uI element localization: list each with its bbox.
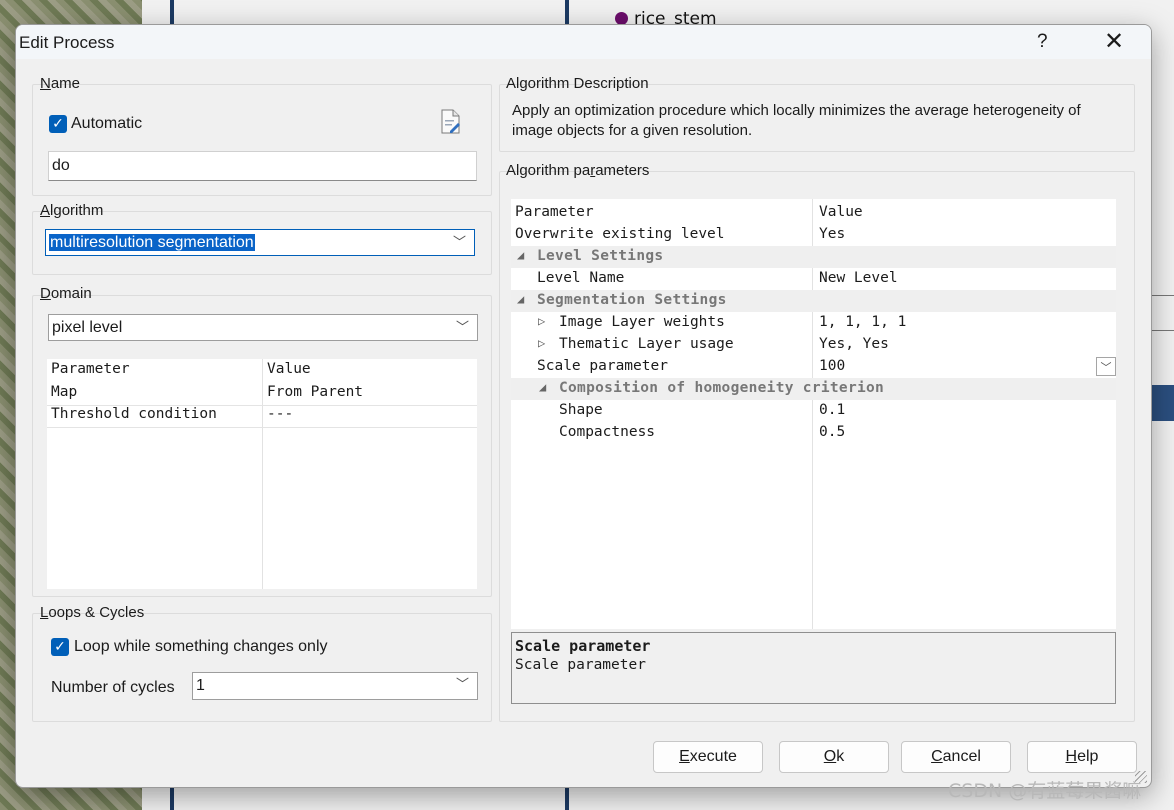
column-header-parameter: Parameter	[515, 204, 594, 220]
chevron-down-icon: ﹀	[455, 318, 469, 334]
help-title: Scale parameter	[515, 637, 651, 655]
collapse-triangle-icon[interactable]: ◢	[517, 248, 524, 262]
help-button[interactable]: Help	[1027, 741, 1137, 773]
background-selected-row	[1152, 385, 1174, 421]
edit-process-dialog: Edit Process ? ✕ Name ✓ Automatic do Alg…	[15, 24, 1152, 788]
table-row[interactable]: Threshold condition ---	[47, 404, 477, 426]
background-divider	[1152, 330, 1174, 331]
loop-changes-label[interactable]: Loop while something changes only	[74, 638, 328, 656]
parameter-row[interactable]: Level Name New Level	[511, 268, 1116, 290]
loops-group	[32, 613, 492, 722]
context-help-button[interactable]: ?	[1037, 31, 1048, 53]
domain-selected-value: pixel level	[52, 319, 123, 336]
parameter-category-row[interactable]: ◢ Level Settings	[511, 246, 1116, 268]
automatic-checkbox[interactable]: ✓	[49, 115, 67, 133]
expand-triangle-icon[interactable]: ▷	[538, 314, 545, 328]
automatic-label[interactable]: Automatic	[71, 115, 142, 133]
table-row[interactable]: Map From Parent	[47, 382, 477, 404]
parameters-group-label: Algorithm parameters	[506, 162, 650, 179]
algorithm-parameter-tree: Parameter Value Overwrite existing level…	[511, 199, 1116, 629]
domain-parameter-grid: Parameter Value Map From Parent Threshol…	[47, 359, 477, 589]
column-header-value: Value	[819, 204, 863, 220]
parameter-category-row[interactable]: ◢ Composition of homogeneity criterion	[511, 378, 1116, 400]
column-header-parameter: Parameter	[51, 361, 130, 377]
collapse-triangle-icon[interactable]: ◢	[539, 380, 546, 394]
edit-document-icon[interactable]	[440, 109, 461, 134]
loop-changes-checkbox[interactable]: ✓	[51, 638, 69, 656]
close-button[interactable]: ✕	[1104, 27, 1124, 56]
process-name-input[interactable]: do	[48, 151, 477, 181]
parameter-row[interactable]: Scale parameter 100 ﹀	[511, 356, 1116, 378]
cycles-select[interactable]: 1 ﹀	[192, 672, 478, 700]
help-text: Scale parameter	[515, 657, 646, 673]
ok-button[interactable]: Ok	[779, 741, 889, 773]
grid-header-row: Parameter Value	[47, 359, 477, 381]
parameter-row[interactable]: Overwrite existing level Yes	[511, 224, 1116, 246]
watermark: CSDN @有蓝莓果酱嘛	[948, 780, 1142, 802]
parameter-row[interactable]: Compactness 0.5	[511, 422, 1116, 444]
background-divider	[1152, 295, 1174, 296]
parameter-header-row: Parameter Value	[511, 202, 1116, 224]
title-bar: Edit Process ? ✕	[16, 25, 1151, 59]
loops-group-label: Loops & Cycles	[40, 604, 145, 621]
cancel-button[interactable]: Cancel	[901, 741, 1011, 773]
domain-group-label: Domain	[40, 285, 92, 302]
expand-triangle-icon[interactable]: ▷	[538, 336, 545, 350]
cycles-value: 1	[196, 677, 205, 694]
dialog-title: Edit Process	[19, 33, 115, 52]
parameter-row[interactable]: Shape 0.1	[511, 400, 1116, 422]
parameter-row[interactable]: ▷ Image Layer weights 1, 1, 1, 1	[511, 312, 1116, 334]
name-group-label: Name	[40, 75, 81, 92]
parameter-row[interactable]: ▷ Thematic Layer usage Yes, Yes	[511, 334, 1116, 356]
algorithm-group-label: Algorithm	[40, 202, 104, 219]
execute-button[interactable]: Execute	[653, 741, 763, 773]
cycles-label: Number of cycles	[51, 679, 175, 696]
algorithm-selected-value: multiresolution segmentation	[49, 234, 255, 251]
domain-select[interactable]: pixel level ﹀	[48, 314, 478, 341]
column-header-value: Value	[267, 361, 311, 377]
parameter-category-row[interactable]: ◢ Segmentation Settings	[511, 290, 1116, 312]
chevron-down-icon: ﹀	[452, 233, 466, 249]
scale-parameter-value[interactable]: 100	[819, 358, 845, 374]
chevron-down-icon: ﹀	[455, 676, 469, 692]
algorithm-select[interactable]: multiresolution segmentation ﹀	[45, 229, 475, 256]
description-group-label: Algorithm Description	[506, 75, 649, 92]
algorithm-description-text: Apply an optimization procedure which lo…	[512, 102, 1081, 139]
chevron-down-icon[interactable]: ﹀	[1096, 357, 1116, 376]
parameter-help-box: Scale parameter Scale parameter	[511, 632, 1116, 704]
collapse-triangle-icon[interactable]: ◢	[517, 292, 524, 306]
